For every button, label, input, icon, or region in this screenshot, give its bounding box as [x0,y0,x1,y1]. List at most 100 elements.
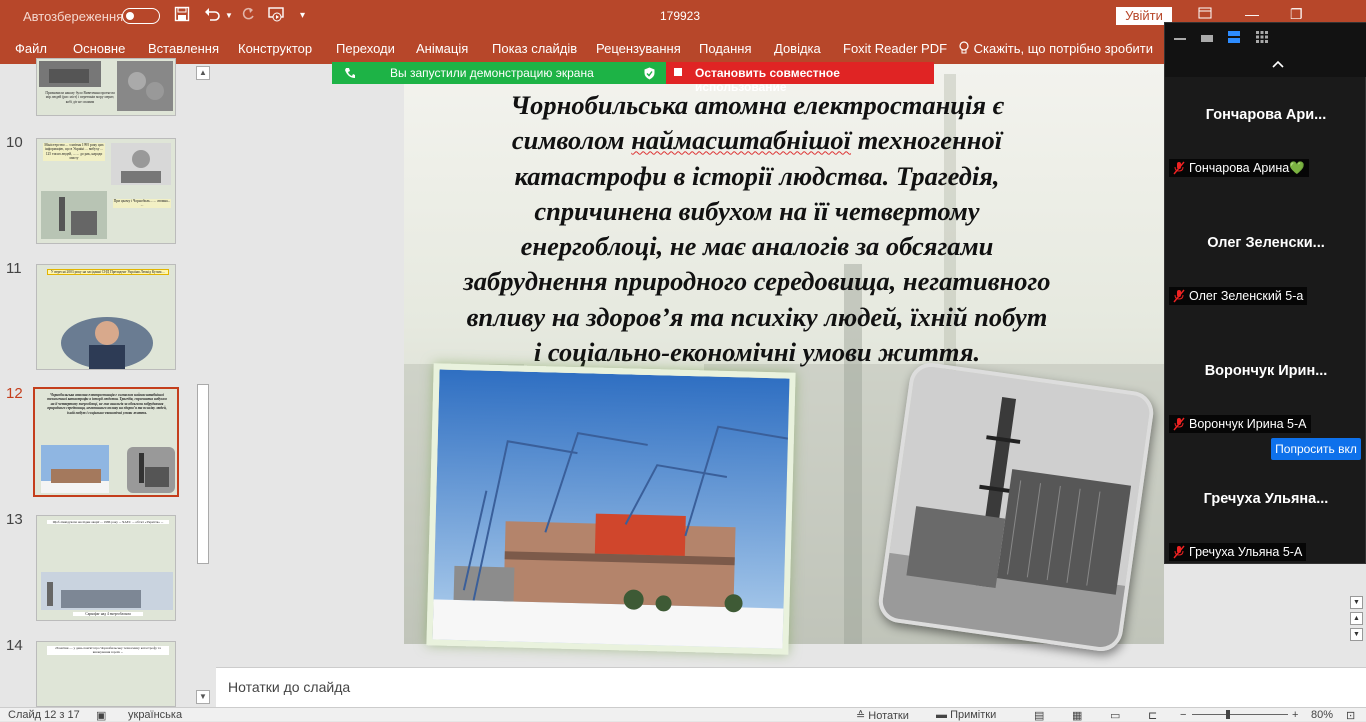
slide-thumbnail-12[interactable]: Чорнобильська атомна електростанція є си… [33,387,179,497]
view-switcher [1165,23,1366,77]
normal-view-icon[interactable]: ▤ [1034,709,1044,722]
strip-view-icon[interactable] [1227,30,1241,44]
zoom-slider-thumb[interactable] [1226,710,1230,719]
slide-thumbnail-13[interactable]: Щоб ліквідувати наслідки аварії ... 1986… [36,515,176,621]
chevron-up-icon[interactable] [1271,59,1285,69]
notes-toggle[interactable]: ≙ Нотатки [856,709,909,722]
tab-review[interactable]: Рецензування [596,41,681,56]
sharing-label: Вы запустили демонстрацию экрана [390,66,594,80]
save-icon[interactable] [174,6,190,27]
participant-label: Гончарова Арина💚 [1169,159,1309,177]
thumbnail-scrollbar[interactable]: ▲ ▼ [196,66,212,706]
slide-text-line: впливу на здоров’я та психіку людей, їхн… [466,301,1048,332]
customize-toolbar-icon[interactable]: ▾ [300,10,305,21]
comment-icon: ▬ [936,709,947,721]
tell-me-search[interactable]: Скажіть, що потрібно зробити [958,41,1153,56]
notes-label: Нотатки [868,710,909,722]
previous-slide-icon[interactable]: ▲ [1350,612,1363,625]
zoom-in-icon[interactable]: + [1292,709,1298,721]
participant-label: Гречуха Ульяна 5-А [1169,543,1307,561]
slide-text-line: енергоблоці, не має аналогів за обсягами [520,231,994,262]
slide-thumbnail-10-text-b: При цьому і Чорнобиль... ... атомна... .… [113,199,171,208]
slide-thumbnail-9-text: Призначили наказу було Вивезення протяго… [45,91,115,104]
shield-icon [644,67,655,80]
participant-label: Ворончук Ирина 5-А [1169,415,1311,433]
slide-thumbnail-13-text: Щоб ліквідувати наслідки аварії ... 1986… [47,520,169,525]
grid-view-icon[interactable] [1255,30,1269,44]
slide-text-line: забруднення природного середовища, негат… [463,266,1051,297]
tab-foxit[interactable]: Foxit Reader PDF [843,41,947,56]
spelling-check-icon[interactable]: ▣ [96,709,106,722]
power-plant-photo-bw[interactable] [875,360,1157,654]
slide-thumbnail-11[interactable]: У вересні 2003 року на засіданні СНД Пре… [36,264,176,370]
slide-thumbnail-11-text: У вересні 2003 року на засіданні СНД Пре… [47,269,169,276]
autosave-toggle[interactable] [122,8,160,24]
slide-number: 10 [6,134,23,151]
slide-thumbnail-13-caption: Саркофаг над 4 енергоблоком [73,612,143,617]
slide-thumbnail-12-text: Чорнобильська атомна електростанція є си… [47,393,167,415]
slideshow-start-icon[interactable] [268,6,286,27]
tab-file[interactable]: Файл [15,41,47,56]
notes-icon: ≙ [856,710,866,722]
tab-animations[interactable]: Анімація [416,41,468,56]
muted-mic-icon [1173,545,1185,559]
next-slide-icon[interactable]: ▼ [1350,628,1363,641]
slide-thumbnail-9[interactable]: Призначили наказу було Вивезення протяго… [36,58,176,116]
tab-view[interactable]: Подання [699,41,752,56]
participant-tile-name: Гончарова Ари... [1205,107,1327,123]
tab-insert[interactable]: Вставлення [148,41,219,56]
undo-dropdown-icon[interactable]: ▼ [225,11,233,20]
minimize-icon[interactable]: — [1245,6,1259,22]
canvas-scrollbar[interactable]: ▼ ▲ ▼ [1350,596,1364,646]
tab-slideshow[interactable]: Показ слайдів [492,41,577,56]
scroll-down-icon[interactable]: ▼ [1350,596,1363,609]
slideshow-view-icon[interactable]: ⊏ [1148,709,1157,722]
slide-sorter-icon[interactable]: ▦ [1072,709,1082,722]
slide-text-line: спричинена вибухом на її четвертому [534,195,980,226]
slide-number-active: 12 [6,385,23,402]
slide-thumbnail-10[interactable]: Міністерство ... з квітня 1995 року цих … [36,138,176,244]
scroll-up-icon[interactable]: ▲ [196,66,210,80]
slide-text-line: символом наймасштабнішої техногенної [511,125,1003,156]
slide-text-box[interactable]: Чорнобильська атомна електростанція є си… [412,88,1102,370]
stop-sharing-button[interactable]: Остановить совместное использование [666,62,934,94]
muted-mic-icon [1173,161,1185,175]
participant-label: Олег Зеленский 5-а [1169,287,1308,305]
redo-icon[interactable] [240,6,256,27]
restore-icon[interactable]: ❐ [1290,6,1303,23]
phone-icon [345,68,355,78]
scrollbar-thumb[interactable] [197,384,209,564]
tab-design[interactable]: Конструктор [238,41,312,56]
autosave-label: Автозбереження [23,9,124,24]
ask-to-unmute-button[interactable]: Попросить вкл [1271,438,1361,460]
slide-number: 14 [6,637,23,654]
speaker-view-icon[interactable] [1200,33,1214,43]
undo-icon[interactable] [204,6,222,27]
reading-view-icon[interactable]: ▭ [1110,709,1120,722]
zoom-out-icon[interactable]: − [1180,709,1186,721]
fit-slide-icon[interactable]: ⊡ [1346,709,1355,722]
status-bar: Слайд 12 з 17 ▣ українська ≙ Нотатки ▬ П… [0,707,1366,722]
slide-thumbnail-14[interactable]: 26 квітня — у день пам'яті про Чорнобиль… [36,641,176,707]
ribbon-display-icon[interactable] [1198,6,1212,22]
power-plant-photo-color[interactable] [426,363,796,655]
document-title: 179923 [659,9,701,23]
minimize-view-icon[interactable] [1173,33,1187,43]
scroll-down-icon[interactable]: ▼ [196,690,210,704]
muted-mic-icon [1173,289,1185,303]
slide-text-line: катастрофи в історії людства. Трагедія, [514,160,1000,191]
slide-thumbnail-14-text: 26 квітня — у день пам'яті про Чорнобиль… [47,646,169,655]
participant-tile-name: Гречуха Ульяна... [1203,491,1329,507]
notes-pane[interactable]: Нотатки до слайда [216,667,1366,707]
language-indicator[interactable]: українська [128,709,182,721]
tell-me-label: Скажіть, що потрібно зробити [973,41,1154,56]
zoom-level[interactable]: 80% [1311,709,1333,721]
zoom-slider[interactable] [1192,714,1288,715]
tab-help[interactable]: Довідка [774,41,821,56]
muted-mic-icon [1173,417,1185,431]
tab-transitions[interactable]: Переходи [336,41,395,56]
slide-thumbnail-10-text: Міністерство ... з квітня 1995 року цих … [43,143,105,161]
tab-home[interactable]: Основне [73,41,125,56]
lightbulb-icon [959,41,969,54]
comments-toggle[interactable]: ▬ Примітки [936,709,996,721]
